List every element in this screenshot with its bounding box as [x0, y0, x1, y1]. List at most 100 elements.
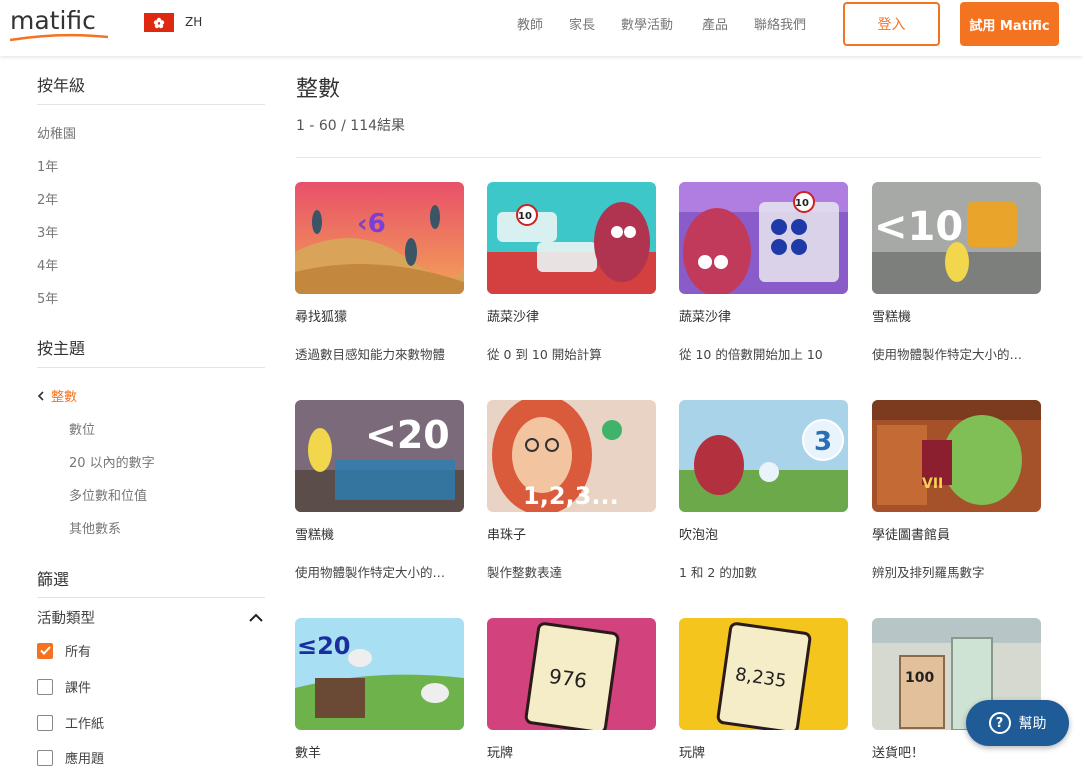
checkbox-icon[interactable]	[37, 714, 53, 731]
language-selector[interactable]: ZH	[185, 15, 202, 29]
activity-card[interactable]: VII 學徒圖書館員 辨別及排列羅馬數字	[872, 400, 1041, 580]
topic-whole-numbers-active[interactable]: 整數	[37, 386, 77, 405]
grade-1[interactable]: 1年	[37, 156, 58, 175]
thumb-number: ‹6	[357, 209, 386, 239]
activity-thumbnail[interactable]: VII	[872, 400, 1041, 512]
activity-card[interactable]: ≤20 數羊	[295, 618, 464, 761]
logo-swoosh-icon	[10, 33, 109, 42]
help-button[interactable]: ? 幫助	[966, 700, 1069, 746]
thumb-number: <10	[874, 204, 963, 250]
activity-title[interactable]: 蔬菜沙律	[487, 306, 539, 325]
activity-description: 透過數目感知能力來數物體	[295, 347, 446, 362]
subtopic-digits[interactable]: 數位	[69, 419, 95, 438]
filter-all[interactable]: 所有	[37, 641, 91, 660]
subtopic-numbers-to-20[interactable]: 20 以內的數字	[69, 452, 155, 471]
help-label: 幫助	[1018, 716, 1047, 732]
activity-card[interactable]: <10 雪糕機 使用物體製作特定大小的…	[872, 182, 1041, 362]
activity-card[interactable]: ‹6 尋找狐獴 透過數目感知能力來數物體	[295, 182, 464, 362]
activity-title[interactable]: 玩牌	[487, 742, 513, 761]
page-title: 整數	[296, 77, 341, 102]
filter-word-problems[interactable]: 應用題	[37, 748, 104, 767]
activity-card[interactable]: 8,235 玩牌	[679, 618, 848, 761]
activity-title[interactable]: 雪糕機	[295, 524, 334, 543]
activity-card[interactable]: 1,2,3... 串珠子 製作整數表達	[487, 400, 656, 580]
grade-heading: 按年級	[37, 76, 86, 95]
nav-teachers[interactable]: 教師	[517, 14, 543, 33]
activity-card[interactable]: 976 玩牌	[487, 618, 656, 761]
activity-description: 製作整數表達	[487, 565, 563, 580]
activity-title[interactable]: 吹泡泡	[679, 524, 718, 543]
activity-description: 使用物體製作特定大小的…	[872, 347, 1023, 362]
help-icon: ?	[988, 712, 1011, 734]
filter-heading: 篩選	[37, 570, 70, 589]
nav-contact-us[interactable]: 聯絡我們	[754, 14, 806, 33]
divider	[37, 367, 265, 368]
top-navigation-bar: matific ZH 教師 家長 數學活動 產品 聯絡我們 登入 試用 Mati…	[0, 0, 1083, 56]
checkbox-checked-icon[interactable]	[37, 642, 53, 659]
activity-card[interactable]: <20 雪糕機 使用物體製作特定大小的…	[295, 400, 464, 580]
checkbox-icon[interactable]	[37, 678, 53, 695]
active-topic-label: 整數	[51, 390, 78, 405]
matific-logo[interactable]: matific	[10, 4, 110, 44]
activity-title[interactable]: 串珠子	[487, 524, 526, 543]
activity-title[interactable]: 學徒圖書館員	[872, 524, 950, 543]
divider	[37, 104, 265, 105]
login-button[interactable]: 登入	[843, 2, 940, 46]
grade-4[interactable]: 4年	[37, 255, 58, 274]
grade-kindergarten[interactable]: 幼稚園	[37, 123, 76, 142]
try-matific-button[interactable]: 試用 Matific	[960, 2, 1059, 46]
activity-thumbnail[interactable]: ‹6	[295, 182, 464, 294]
thumb-number: 3	[814, 427, 832, 457]
filter-label: 應用題	[65, 752, 105, 767]
activity-description: 1 和 2 的加數	[679, 565, 757, 580]
activity-description: 使用物體製作特定大小的…	[295, 565, 446, 580]
activity-thumbnail[interactable]: 8,235	[679, 618, 848, 730]
hong-kong-flag-icon[interactable]	[144, 13, 174, 32]
activity-thumbnail[interactable]: <20	[295, 400, 464, 512]
thumb-number: 1,2,3...	[523, 482, 619, 510]
result-count: 1 - 60 / 114結果	[296, 118, 406, 134]
activity-title[interactable]: 雪糕機	[872, 306, 911, 325]
activity-title[interactable]: 尋找狐獴	[295, 306, 347, 325]
filter-label: 課件	[65, 681, 92, 696]
divider	[37, 597, 265, 598]
activity-card[interactable]: 10 蔬菜沙律 從 10 的倍數開始加上 10	[679, 182, 848, 362]
filter-lessons[interactable]: 課件	[37, 677, 91, 696]
activity-title[interactable]: 送貨吧！	[872, 742, 924, 761]
activity-thumbnail[interactable]: 10	[487, 182, 656, 294]
logo-text: matific	[10, 6, 96, 35]
activity-title[interactable]: 數羊	[295, 742, 321, 761]
topic-heading: 按主題	[37, 339, 86, 358]
activity-thumbnail[interactable]: <10	[872, 182, 1041, 294]
activity-card[interactable]: 10 蔬菜沙律 從 0 到 10 開始計算	[487, 182, 656, 362]
thumb-number: ≤20	[297, 632, 351, 660]
activity-title[interactable]: 玩牌	[679, 742, 705, 761]
activity-description: 從 10 的倍數開始加上 10	[679, 347, 823, 362]
grade-5[interactable]: 5年	[37, 288, 58, 307]
thumb-number: <20	[365, 413, 450, 457]
activity-thumbnail[interactable]: 10	[679, 182, 848, 294]
subtopic-other-number-systems[interactable]: 其他數系	[69, 518, 121, 537]
checkbox-icon[interactable]	[37, 749, 53, 766]
chevron-up-icon[interactable]	[249, 613, 263, 622]
activity-card[interactable]: 3 吹泡泡 1 和 2 的加數	[679, 400, 848, 580]
nav-math-activities[interactable]: 數學活動	[621, 14, 673, 33]
grade-2[interactable]: 2年	[37, 189, 58, 208]
activity-thumbnail[interactable]: ≤20	[295, 618, 464, 730]
nav-products[interactable]: 產品	[702, 14, 728, 33]
filter-worksheets[interactable]: 工作紙	[37, 713, 104, 732]
activity-description: 從 0 到 10 開始計算	[487, 347, 602, 362]
divider	[296, 157, 1041, 158]
activity-type-label: 活動類型	[37, 611, 95, 627]
activity-title[interactable]: 蔬菜沙律	[679, 306, 731, 325]
grade-3[interactable]: 3年	[37, 222, 58, 241]
activity-thumbnail[interactable]: 976	[487, 618, 656, 730]
thumb-number: 10	[795, 198, 809, 209]
activity-thumbnail[interactable]: 3	[679, 400, 848, 512]
filter-label: 所有	[65, 645, 92, 660]
thumb-number: 10	[518, 211, 532, 222]
nav-parents[interactable]: 家長	[569, 14, 595, 33]
thumb-number: VII	[922, 476, 943, 492]
subtopic-place-value[interactable]: 多位數和位值	[69, 485, 147, 504]
activity-thumbnail[interactable]: 1,2,3...	[487, 400, 656, 512]
